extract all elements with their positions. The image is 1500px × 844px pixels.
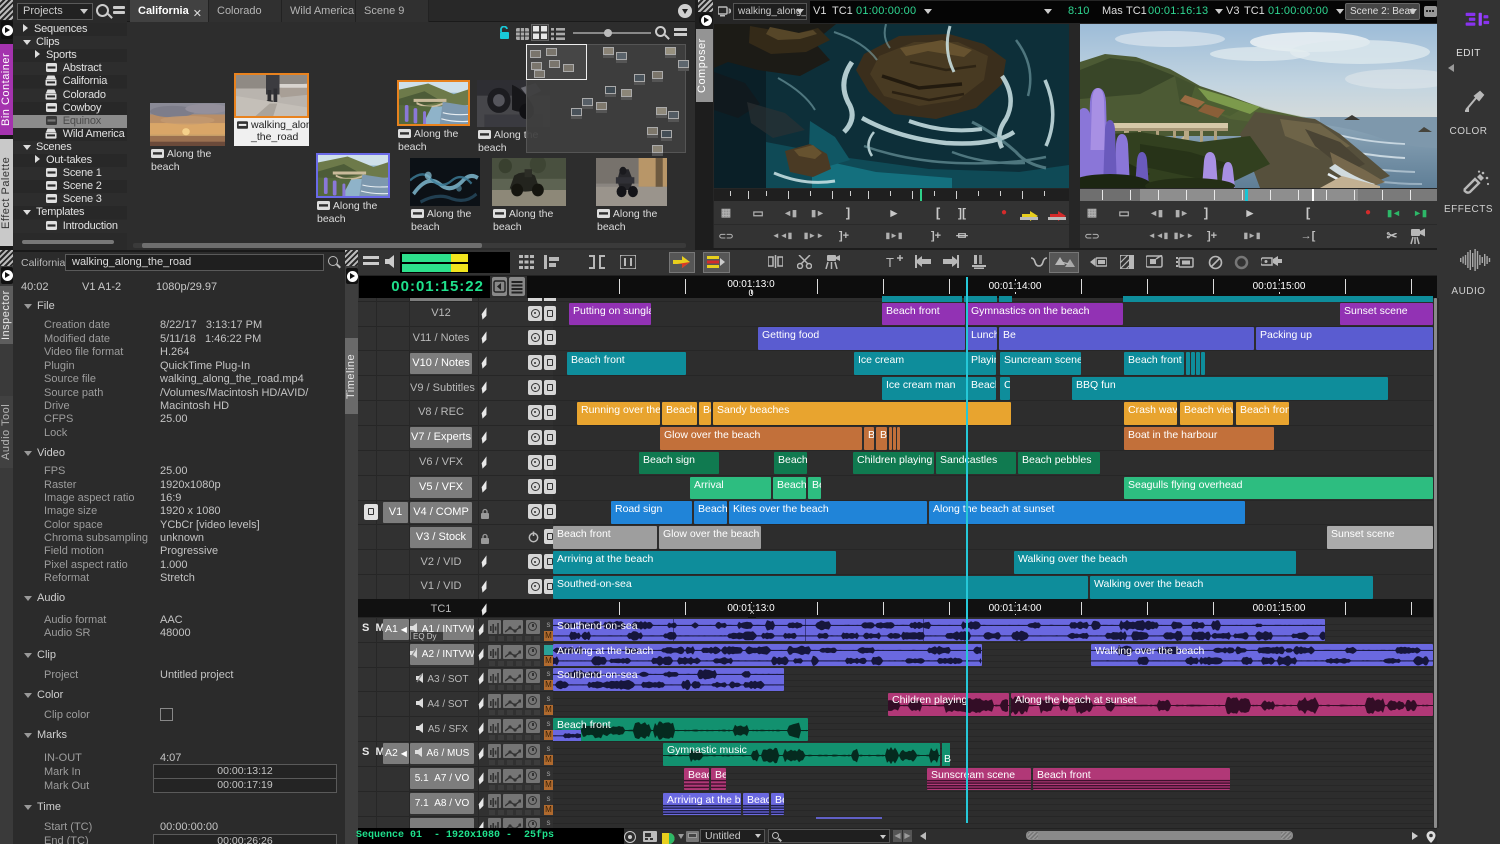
svg-text:T: T: [886, 255, 894, 269]
